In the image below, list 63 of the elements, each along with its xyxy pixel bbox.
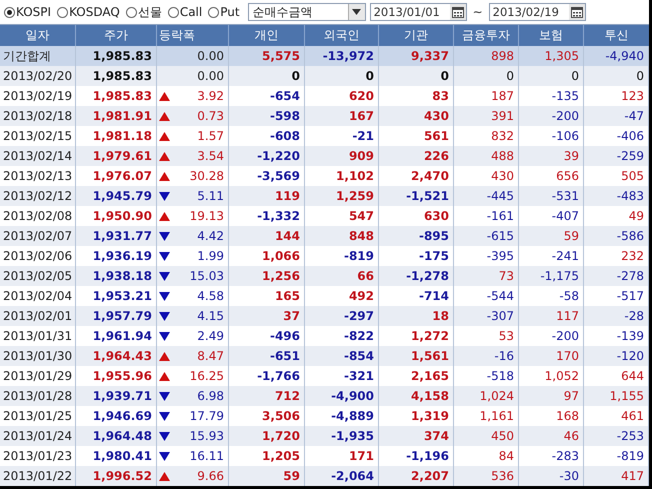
down-arrow-icon — [159, 312, 170, 320]
down-arrow-icon — [159, 452, 170, 460]
down-arrow-icon — [159, 392, 170, 400]
change-cell: 1.57 — [197, 129, 224, 143]
change-cell: 15.03 — [190, 269, 224, 283]
up-arrow-icon — [159, 152, 170, 160]
up-arrow-icon — [159, 112, 170, 120]
change-cell: 4.15 — [197, 309, 224, 323]
change-cell: 4.58 — [197, 289, 224, 303]
change-cell: 19.13 — [190, 209, 224, 223]
amount-cell: 59 — [229, 466, 305, 486]
start-date-field[interactable]: 2013/01/01 — [370, 3, 467, 21]
change-cell: 16.25 — [190, 369, 224, 383]
change-cell: 15.93 — [190, 429, 224, 443]
change-cell: 3.92 — [197, 89, 224, 103]
change-cell: 4.42 — [197, 229, 224, 243]
amount-cell: 536 — [454, 466, 519, 486]
down-arrow-icon — [159, 292, 170, 300]
up-arrow-icon — [159, 172, 170, 180]
amount-cell: -2,064 — [305, 466, 379, 486]
change-cell: 9.66 — [197, 469, 224, 483]
change-cell: 17.79 — [190, 409, 224, 423]
change-cell: 1.99 — [197, 249, 224, 263]
price-cell: 1,996.52 — [76, 466, 157, 486]
calendar-icon — [452, 6, 464, 18]
change-cell: 6.98 — [197, 389, 224, 403]
change-cell: 0.00 — [197, 69, 224, 83]
amount-cell: 2,207 — [379, 466, 454, 486]
change-cell: 5.11 — [197, 189, 224, 203]
down-arrow-icon — [159, 232, 170, 240]
up-arrow-icon — [159, 472, 170, 480]
up-arrow-icon — [159, 372, 170, 380]
market-radio[interactable]: KOSDAQ — [57, 5, 122, 19]
down-arrow-icon — [159, 252, 170, 260]
market-radio[interactable]: KOSPI — [4, 5, 54, 19]
amount-cell: 417 — [584, 466, 649, 486]
end-date-field[interactable]: 2013/02/19 — [488, 3, 586, 21]
date-cell: 2013/01/22 — [0, 466, 76, 486]
market-radio[interactable]: Put — [208, 5, 242, 19]
down-arrow-icon — [159, 332, 170, 340]
change-cell: 3.54 — [197, 149, 224, 163]
change-cell: 16.11 — [190, 449, 224, 463]
up-arrow-icon — [159, 212, 170, 220]
change-cell: 8.47 — [197, 349, 224, 363]
range-separator: ~ — [472, 5, 484, 19]
caret-icon — [352, 9, 362, 15]
change-cell: 0.73 — [197, 109, 224, 123]
down-arrow-icon — [159, 192, 170, 200]
change-cell: 30.28 — [190, 169, 224, 183]
market-radio[interactable]: 선물 — [126, 4, 164, 20]
measure-dropdown[interactable]: 순매수금액 — [248, 3, 366, 21]
down-arrow-icon — [159, 412, 170, 420]
down-arrow-icon — [159, 432, 170, 440]
change-cell: 2.49 — [197, 329, 224, 343]
column-header[interactable]: 투신 — [584, 25, 649, 46]
down-arrow-icon — [159, 272, 170, 280]
up-arrow-icon — [159, 132, 170, 140]
amount-cell: -30 — [519, 466, 584, 486]
change-cell: 0.00 — [197, 49, 224, 63]
up-arrow-icon — [159, 92, 170, 100]
calendar-icon — [570, 6, 583, 18]
market-radio[interactable]: Call — [168, 5, 204, 19]
up-arrow-icon — [159, 352, 170, 360]
